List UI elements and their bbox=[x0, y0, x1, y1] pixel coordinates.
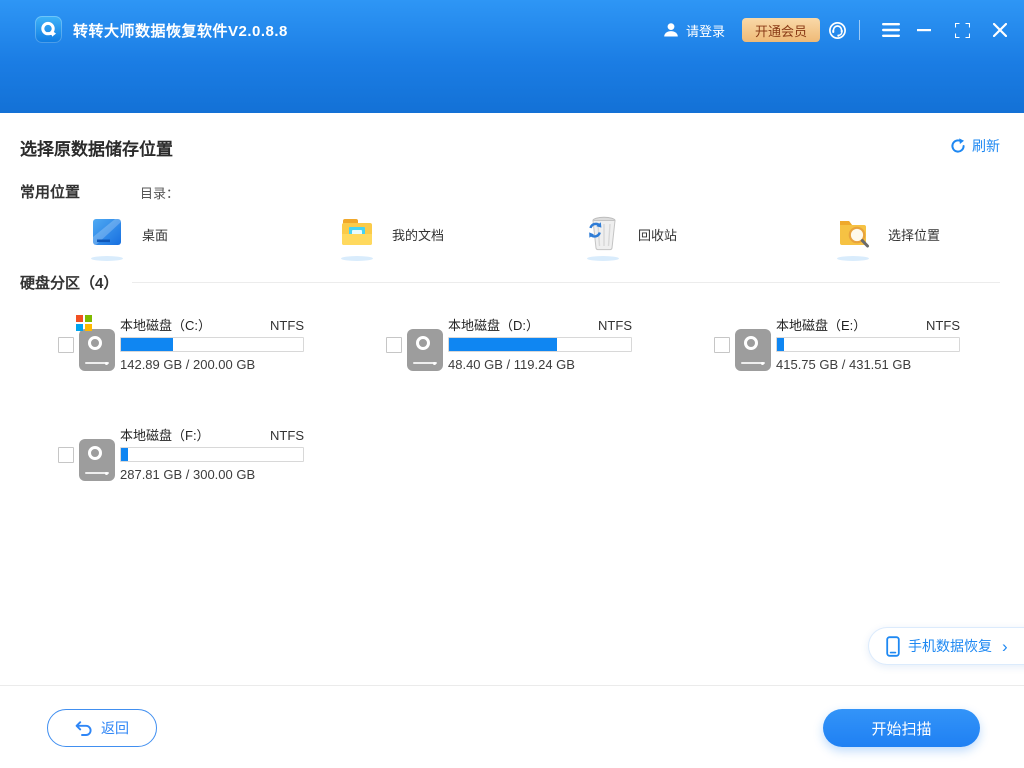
location-label: 我的文档 bbox=[392, 225, 444, 244]
login-button[interactable]: 请登录 bbox=[662, 0, 725, 60]
customer-service-icon[interactable] bbox=[828, 21, 847, 40]
disk-name: 本地磁盘（C:） bbox=[120, 315, 211, 334]
phone-recovery-label: 手机数据恢复 bbox=[908, 636, 992, 656]
user-icon bbox=[662, 21, 680, 39]
directory-label: 目录： bbox=[140, 183, 179, 202]
disk-filesystem: NTFS bbox=[270, 428, 304, 443]
disk-checkbox[interactable] bbox=[58, 447, 74, 463]
back-button[interactable]: 返回 bbox=[47, 709, 157, 747]
refresh-label: 刷新 bbox=[972, 136, 1000, 156]
minimize-icon bbox=[917, 23, 931, 37]
disk-name: 本地磁盘（D:） bbox=[448, 315, 539, 334]
menu-button[interactable] bbox=[880, 20, 902, 40]
disk-name: 本地磁盘（E:） bbox=[776, 315, 866, 334]
chevron-right-icon: › bbox=[1002, 638, 1008, 655]
disk-checkbox[interactable] bbox=[386, 337, 402, 353]
app-title: 转转大师数据恢复软件V2.0.8.8 bbox=[73, 0, 288, 60]
location-label: 桌面 bbox=[142, 225, 168, 244]
hard-drive-icon bbox=[79, 329, 115, 371]
start-scan-button[interactable]: 开始扫描 bbox=[823, 709, 980, 747]
location-item-recycle-bin[interactable]: 回收站 bbox=[586, 215, 677, 253]
disk-card-f[interactable]: 本地磁盘（F:） NTFS 287.81 GB / 300.00 GB bbox=[58, 425, 304, 489]
maximize-icon bbox=[955, 23, 970, 38]
refresh-button[interactable]: 刷新 bbox=[950, 136, 1000, 156]
disk-size: 415.75 GB / 431.51 GB bbox=[776, 357, 960, 372]
refresh-icon bbox=[950, 138, 966, 154]
disk-checkbox[interactable] bbox=[58, 337, 74, 353]
disk-size: 48.40 GB / 119.24 GB bbox=[448, 357, 632, 372]
hamburger-icon bbox=[882, 23, 900, 37]
close-icon bbox=[993, 23, 1007, 37]
documents-icon bbox=[340, 215, 374, 253]
location-item-desktop[interactable]: 桌面 bbox=[90, 215, 168, 253]
section-divider bbox=[132, 282, 1000, 283]
disk-name: 本地磁盘（F:） bbox=[120, 425, 210, 444]
disk-filesystem: NTFS bbox=[926, 318, 960, 333]
disk-usage-bar bbox=[776, 337, 960, 352]
maximize-button[interactable] bbox=[951, 20, 973, 40]
disk-card-e[interactable]: 本地磁盘（E:） NTFS 415.75 GB / 431.51 GB bbox=[714, 315, 960, 379]
disk-card-d[interactable]: 本地磁盘（D:） NTFS 48.40 GB / 119.24 GB bbox=[386, 315, 632, 379]
scan-label: 开始扫描 bbox=[871, 718, 931, 739]
titlebar-divider bbox=[859, 20, 860, 40]
disk-usage-bar bbox=[120, 337, 304, 352]
app-logo-icon bbox=[35, 16, 62, 43]
partitions-header: 硬盘分区（4） bbox=[20, 272, 1000, 293]
open-vip-button[interactable]: 开通会员 bbox=[742, 18, 820, 42]
back-label: 返回 bbox=[101, 718, 129, 738]
login-label: 请登录 bbox=[686, 21, 725, 40]
location-item-documents[interactable]: 我的文档 bbox=[340, 215, 444, 253]
phone-data-recovery-button[interactable]: 手机数据恢复 › bbox=[868, 627, 1024, 665]
undo-icon bbox=[75, 721, 92, 736]
disk-size: 142.89 GB / 200.00 GB bbox=[120, 357, 304, 372]
disk-usage-bar bbox=[120, 447, 304, 462]
hard-drive-icon bbox=[735, 329, 771, 371]
page-title: 选择原数据储存位置 bbox=[20, 135, 173, 160]
disk-card-c[interactable]: 本地磁盘（C:） NTFS 142.89 GB / 200.00 GB bbox=[58, 315, 304, 379]
hard-drive-icon bbox=[79, 439, 115, 481]
app-window: 转转大师数据恢复软件V2.0.8.8 请登录 开通会员 bbox=[0, 0, 1024, 768]
footer-divider bbox=[0, 685, 1024, 686]
disk-checkbox[interactable] bbox=[714, 337, 730, 353]
location-item-choose[interactable]: 选择位置 bbox=[836, 215, 940, 253]
close-button[interactable] bbox=[989, 20, 1011, 40]
minimize-button[interactable] bbox=[913, 20, 935, 40]
disk-size: 287.81 GB / 300.00 GB bbox=[120, 467, 304, 482]
location-label: 选择位置 bbox=[888, 225, 940, 244]
choose-location-icon bbox=[836, 215, 870, 253]
disk-filesystem: NTFS bbox=[270, 318, 304, 333]
title-bar: 转转大师数据恢复软件V2.0.8.8 请登录 开通会员 bbox=[0, 0, 1024, 113]
location-label: 回收站 bbox=[638, 225, 677, 244]
disk-filesystem: NTFS bbox=[598, 318, 632, 333]
desktop-icon bbox=[90, 215, 124, 253]
partitions-label: 硬盘分区（4） bbox=[20, 272, 118, 293]
recycle-bin-icon bbox=[586, 215, 620, 253]
windows-logo-icon bbox=[76, 315, 92, 331]
common-locations-label: 常用位置 bbox=[20, 181, 80, 202]
hard-drive-icon bbox=[407, 329, 443, 371]
disk-usage-bar bbox=[448, 337, 632, 352]
phone-icon bbox=[886, 636, 900, 657]
